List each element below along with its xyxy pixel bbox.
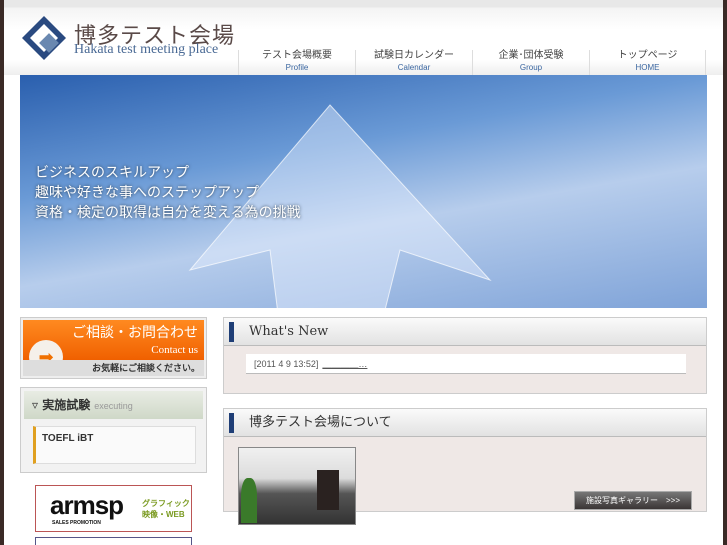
facility-photo[interactable] xyxy=(238,447,356,525)
nav-calendar[interactable]: 試験日カレンダー Calendar xyxy=(355,50,472,75)
logo-subtitle: Hakata test meeting place xyxy=(74,42,219,57)
news-link[interactable]: ＿＿＿＿… xyxy=(322,359,367,369)
nav-home[interactable]: トップページ HOME xyxy=(589,50,706,75)
exam-item-toefl[interactable]: TOEFL iBT xyxy=(33,426,196,464)
nav-sublabel: HOME xyxy=(635,63,660,72)
contact-top: ➡ ご相談・お問合わせ Contact us xyxy=(23,320,204,374)
hero-line: 資格・検定の取得は自分を変える為の挑戦 xyxy=(35,205,301,221)
gallery-button[interactable]: 施設写真ギャラリー >>> xyxy=(574,491,692,510)
contact-title: ご相談・お問合わせ xyxy=(72,325,198,341)
nav-sublabel: Group xyxy=(519,63,543,72)
nav-sublabel: Profile xyxy=(285,63,309,72)
nav-label: テスト会場概要 xyxy=(262,50,332,61)
contact-subtitle: Contact us xyxy=(151,344,198,356)
armsp-side: グラフィック 映像・WEB xyxy=(142,498,190,520)
header: 博多テスト会場 Hakata test meeting place テスト会場概… xyxy=(4,0,723,75)
armsp-side-1: グラフィック xyxy=(142,499,190,508)
executing-subtitle: executing xyxy=(94,401,133,411)
executing-header: ▿ 実施試験 executing xyxy=(24,391,203,419)
nav-profile[interactable]: テスト会場概要 Profile xyxy=(238,50,355,75)
whats-new-panel: What's New [2011 4 9 13:52] ＿＿＿＿… xyxy=(223,317,707,394)
main-nav: テスト会場概要 Profile 試験日カレンダー Calendar 企業･団体受験 G… xyxy=(238,50,706,75)
executing-title: 実施試験 xyxy=(42,398,91,412)
executing-box: ▿ 実施試験 executing TOEFL iBT xyxy=(20,387,207,473)
whats-new-title: What's New xyxy=(224,318,706,346)
armsp-logo: armsp xyxy=(50,490,124,520)
hero-line: ビジネスのスキルアップ xyxy=(35,165,189,181)
armsp-sub: SALES PROMOTION xyxy=(52,520,101,526)
armsp-banner[interactable]: armsp SALES PROMOTION グラフィック 映像・WEB xyxy=(35,485,192,532)
page: 博多テスト会場 Hakata test meeting place テスト会場概… xyxy=(4,0,723,545)
nav-label: 試験日カレンダー xyxy=(374,50,454,61)
contact-note: お気軽にご相談ください。 xyxy=(23,360,204,376)
about-title: 博多テスト会場について xyxy=(224,409,706,437)
plant-shape xyxy=(241,478,257,523)
news-date: [2011 4 9 13:52] xyxy=(254,359,319,369)
hero-line: 趣味や好きな事へのステップアップ xyxy=(35,185,259,201)
nav-sublabel: Calendar xyxy=(397,63,431,72)
nav-label: 企業･団体受験 xyxy=(498,50,564,61)
hero-text: ビジネスのスキルアップ 趣味や好きな事へのステップアップ 資格・検定の取得は自分… xyxy=(35,163,301,223)
about-panel: 博多テスト会場について 施設写真ギャラリー >>> xyxy=(223,408,707,525)
armsp-side-2: 映像・WEB xyxy=(142,510,185,519)
contact-button[interactable]: ➡ ご相談・お問合わせ Contact us お気軽にご相談ください。 xyxy=(20,317,207,379)
hero-banner: ビジネスのスキルアップ 趣味や好きな事へのステップアップ 資格・検定の取得は自分… xyxy=(20,75,707,308)
partner-banner[interactable] xyxy=(35,537,192,545)
nav-group[interactable]: 企業･団体受験 Group xyxy=(472,50,589,75)
logo-mark-icon xyxy=(22,16,66,60)
door-shape xyxy=(317,470,339,510)
chevron-down-icon: ▿ xyxy=(32,398,43,412)
news-item: [2011 4 9 13:52] ＿＿＿＿… xyxy=(246,354,686,374)
nav-label: トップページ xyxy=(617,50,678,61)
